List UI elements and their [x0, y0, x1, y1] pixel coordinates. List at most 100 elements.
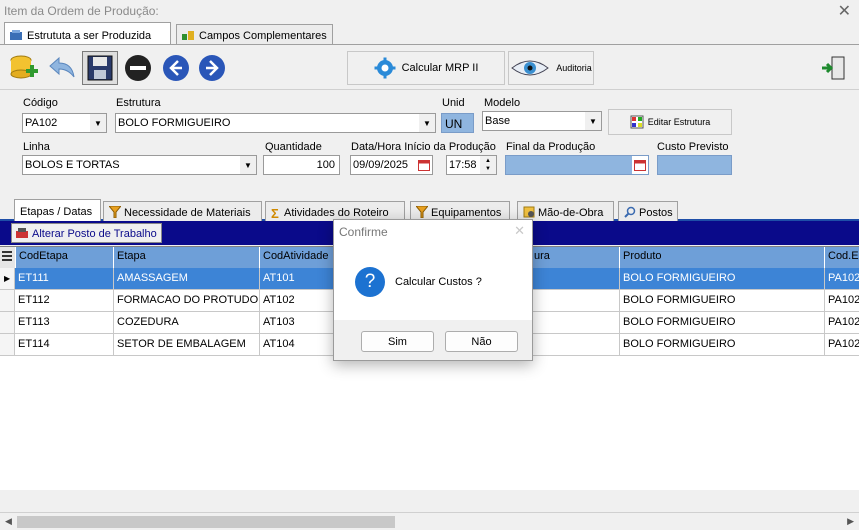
chevron-down-icon[interactable]: ▼ — [90, 114, 106, 132]
next-button[interactable] — [194, 51, 230, 85]
table-cell[interactable]: ET113 — [15, 312, 114, 334]
table-cell[interactable]: PA102 — [825, 312, 859, 334]
title-bar: Item da Ordem de Produção: ✕ — [0, 0, 859, 22]
scroll-left-icon[interactable]: ◀ — [5, 516, 12, 527]
table-cell[interactable] — [531, 334, 620, 356]
data-inicio-time-value: 17:58 — [449, 159, 477, 171]
tab-postos[interactable]: Postos — [618, 201, 678, 221]
tab-mao-de-obra-label: Mão-de-Obra — [538, 207, 604, 219]
table-cell[interactable] — [531, 290, 620, 312]
structure-icon — [9, 29, 23, 41]
tab-atividades[interactable]: Σ Atividades do Roteiro — [265, 201, 405, 221]
scroll-right-icon[interactable]: ▶ — [847, 516, 854, 527]
calendar-icon[interactable] — [632, 156, 648, 174]
table-cell[interactable]: ET114 — [15, 334, 114, 356]
chevron-down-icon[interactable]: ▼ — [585, 112, 601, 130]
tab-mao-de-obra[interactable]: Mão-de-Obra — [517, 201, 614, 221]
eye-icon — [511, 60, 550, 76]
editar-estrutura-button[interactable]: Editar Estrutura — [608, 109, 732, 135]
tab-equipamentos[interactable]: Equipamentos — [410, 201, 510, 221]
alterar-posto-label: Alterar Posto de Trabalho — [32, 228, 157, 240]
scrollbar-thumb[interactable] — [17, 516, 395, 528]
auditoria-button[interactable]: Auditoria — [508, 51, 594, 85]
tab-campos-label: Campos Complementares — [199, 30, 327, 42]
sigma-icon: Σ — [271, 206, 279, 221]
col-codetapa[interactable]: CodEtapa — [16, 247, 114, 268]
table-cell[interactable]: BOLO FORMIGUEIRO — [620, 334, 825, 356]
horizontal-scrollbar[interactable]: ◀ ▶ — [0, 512, 859, 530]
modelo-field[interactable]: Base ▼ — [482, 111, 602, 131]
quantidade-field[interactable]: 100 — [263, 155, 340, 175]
col-produto[interactable]: Produto — [620, 247, 825, 268]
grid-menu-icon[interactable] — [0, 247, 16, 268]
tab-etapas[interactable]: Etapas / Datas — [14, 199, 101, 221]
remove-button[interactable] — [120, 51, 156, 85]
prev-icon — [163, 55, 189, 81]
add-button[interactable] — [6, 51, 42, 85]
table-cell[interactable]: BOLO FORMIGUEIRO — [620, 312, 825, 334]
final-field[interactable] — [505, 155, 649, 175]
custo-label: Custo Previsto — [657, 141, 729, 153]
calcular-mrp-button[interactable]: Calcular MRP II — [347, 51, 505, 85]
table-cell[interactable]: PA102 — [825, 290, 859, 312]
chevron-down-icon[interactable]: ▼ — [240, 156, 256, 174]
table-cell[interactable]: ET111 — [15, 268, 114, 290]
data-inicio-time-field[interactable]: 17:58 ▲ ▼ — [446, 155, 497, 175]
table-cell[interactable]: FORMACAO DO PROTUDO — [114, 290, 260, 312]
undo-icon — [49, 56, 75, 78]
tab-campos[interactable]: Campos Complementares — [176, 24, 333, 44]
estrutura-value: BOLO FORMIGUEIRO — [118, 117, 231, 129]
table-cell[interactable]: COZEDURA — [114, 312, 260, 334]
toolbar: Calcular MRP II Auditoria — [0, 44, 859, 90]
prev-button[interactable] — [158, 51, 194, 85]
estrutura-label: Estrutura — [116, 97, 161, 109]
table-cell[interactable]: PA102 — [825, 334, 859, 356]
row-indicator-icon: ▶ — [0, 268, 15, 290]
col-code[interactable]: Cod.E — [825, 247, 859, 268]
modelo-label: Modelo — [484, 97, 521, 109]
search-icon — [624, 206, 636, 218]
add-database-icon — [10, 55, 38, 79]
table-cell[interactable]: SETOR DE EMBALAGEM — [114, 334, 260, 356]
next-icon — [199, 55, 225, 81]
tab-equipamentos-label: Equipamentos — [431, 207, 502, 219]
spinner-icon[interactable]: ▲ ▼ — [480, 156, 496, 174]
col-etapa[interactable]: Etapa — [114, 247, 260, 268]
codigo-field[interactable]: PA102 ▼ — [22, 113, 107, 133]
close-icon[interactable]: ✕ — [838, 1, 851, 21]
table-cell[interactable] — [531, 312, 620, 334]
table-cell[interactable]: AMASSAGEM — [114, 268, 260, 290]
estrutura-field[interactable]: BOLO FORMIGUEIRO ▼ — [115, 113, 436, 133]
row-indicator — [0, 334, 15, 356]
fields-icon — [181, 29, 195, 41]
codigo-label: Código — [23, 97, 58, 109]
tab-necessidade-label: Necessidade de Materiais — [124, 207, 251, 219]
undo-button[interactable] — [44, 51, 80, 85]
save-button[interactable] — [82, 51, 118, 85]
table-cell[interactable]: PA102 — [825, 268, 859, 290]
linha-label: Linha — [23, 141, 50, 153]
table-cell[interactable] — [531, 268, 620, 290]
dialog-close-icon[interactable]: ✕ — [514, 223, 525, 239]
calendar-icon[interactable] — [416, 156, 432, 174]
confirm-dialog: Confirme ✕ ? Calcular Custos ? Sim Não — [333, 219, 533, 361]
custo-field — [657, 155, 732, 175]
calcular-mrp-label: Calcular MRP II — [401, 62, 479, 74]
exit-icon — [822, 56, 845, 80]
table-cell[interactable]: BOLO FORMIGUEIRO — [620, 268, 825, 290]
table-cell[interactable]: BOLO FORMIGUEIRO — [620, 290, 825, 312]
unid-field: UN — [441, 113, 474, 133]
table-cell[interactable]: ET112 — [15, 290, 114, 312]
editar-estrutura-label: Editar Estrutura — [647, 117, 711, 127]
exit-button[interactable] — [815, 51, 851, 85]
data-inicio-date-field[interactable]: 09/09/2025 — [350, 155, 433, 175]
no-button[interactable]: Não — [445, 331, 518, 352]
chevron-down-icon[interactable]: ▼ — [419, 114, 435, 132]
tab-necessidade[interactable]: Necessidade de Materiais — [103, 201, 262, 221]
tab-estrutura[interactable]: Estrututa a ser Produzida — [4, 22, 171, 44]
yes-button[interactable]: Sim — [361, 331, 434, 352]
alterar-posto-button[interactable]: Alterar Posto de Trabalho — [11, 223, 162, 243]
col-ura[interactable]: ura — [531, 247, 620, 268]
funnel-icon — [414, 205, 430, 219]
linha-field[interactable]: BOLOS E TORTAS ▼ — [22, 155, 257, 175]
